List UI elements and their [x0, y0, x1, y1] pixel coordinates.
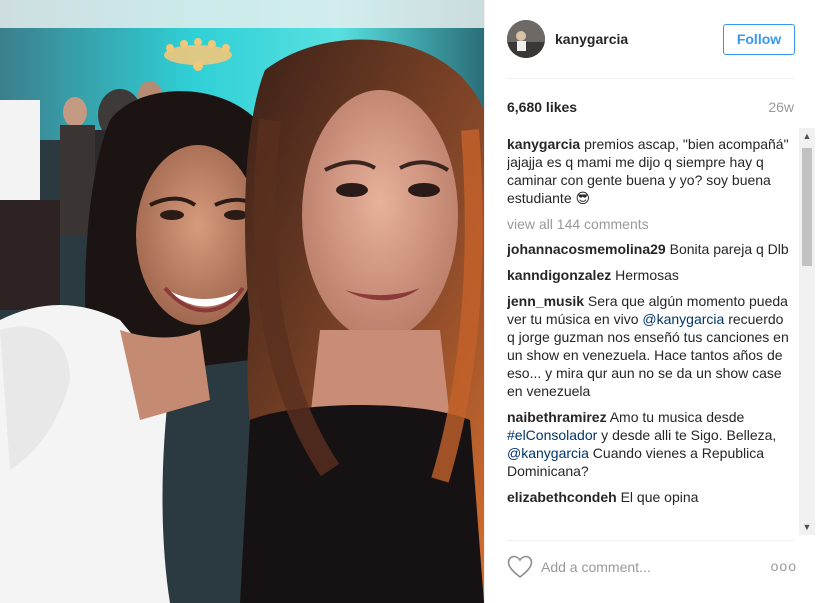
comments-list: kanygarcia premios ascap, "bien acompañá… — [507, 135, 795, 535]
post-author-username[interactable]: kanygarcia — [555, 31, 628, 47]
comment-username[interactable]: naibethramirez — [507, 409, 607, 425]
comment-mention-link[interactable]: #elConsolador — [507, 427, 597, 443]
avatar[interactable] — [507, 20, 545, 58]
comment-item: kanndigonzalez Hermosas — [507, 266, 795, 284]
view-all-comments-link[interactable]: view all 144 comments — [507, 215, 795, 233]
comment-username[interactable]: jenn_musik — [507, 293, 584, 309]
comment-item: johannacosmemolina29 Bonita pareja q Dlb — [507, 240, 795, 258]
post-header: kanygarcia Follow — [485, 0, 816, 78]
comment-text: El que opina — [620, 489, 699, 505]
comment-item: jenn_musik Sera que algún momento pueda … — [507, 292, 795, 400]
comment-mention-link[interactable]: @kanygarcia — [642, 311, 724, 327]
comments-scrollbar[interactable]: ▲ ▼ — [799, 128, 815, 535]
comment-text: Amo tu musica desde — [609, 409, 745, 425]
comment-text: Hermosas — [615, 267, 679, 283]
post-age[interactable]: 26w — [768, 99, 794, 115]
comment-text: y desde alli te Sigo. Belleza, — [597, 427, 777, 443]
selfie-illustration — [0, 0, 484, 603]
comment-mention-link[interactable]: @kanygarcia — [507, 445, 589, 461]
scroll-down-arrow-icon[interactable]: ▼ — [799, 519, 815, 535]
comment-items: johannacosmemolina29 Bonita pareja q Dlb… — [507, 240, 795, 506]
avatar-photo — [507, 20, 545, 58]
post-modal: kanygarcia Follow 6,680 likes 26w kanyga… — [0, 0, 816, 603]
caption: kanygarcia premios ascap, "bien acompañá… — [507, 135, 795, 207]
post-details-panel: kanygarcia Follow 6,680 likes 26w kanyga… — [484, 0, 816, 603]
comment-username[interactable]: kanndigonzalez — [507, 267, 611, 283]
comment-username[interactable]: johannacosmemolina29 — [507, 241, 666, 257]
comment-username[interactable]: elizabethcondeh — [507, 489, 617, 505]
comment-item: naibethramirez Amo tu musica desde #elCo… — [507, 408, 795, 480]
comment-text: Bonita pareja q Dlb — [669, 241, 789, 257]
likes-count[interactable]: 6,680 likes — [507, 99, 577, 115]
more-options-icon[interactable]: ooo — [771, 558, 797, 574]
header-divider — [507, 78, 794, 79]
post-photo[interactable] — [0, 0, 484, 603]
heart-outline-icon[interactable] — [507, 555, 533, 579]
follow-button[interactable]: Follow — [723, 24, 795, 55]
post-footer: ooo — [485, 540, 816, 603]
comment-item: elizabethcondeh El que opina — [507, 488, 795, 506]
scrollbar-thumb[interactable] — [802, 148, 812, 266]
add-comment-input[interactable] — [541, 559, 721, 575]
scroll-up-arrow-icon[interactable]: ▲ — [799, 128, 815, 144]
caption-username[interactable]: kanygarcia — [507, 136, 580, 152]
